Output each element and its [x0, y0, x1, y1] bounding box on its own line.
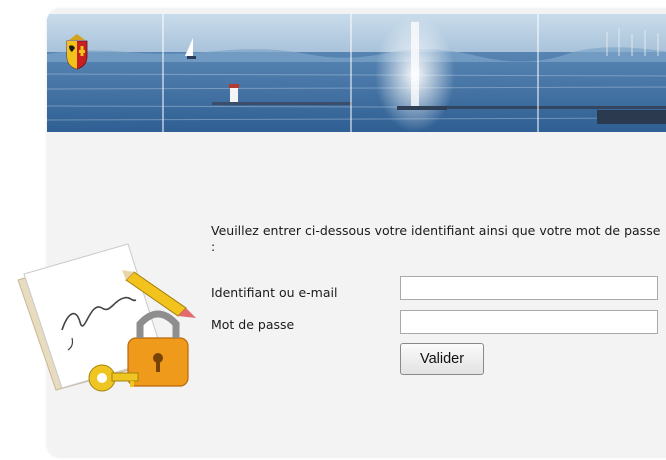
login-form: Veuillez entrer ci-dessous votre identif…	[211, 223, 666, 375]
login-intro-text: Veuillez entrer ci-dessous votre identif…	[211, 223, 661, 254]
header-banner	[47, 14, 666, 132]
signature-lock-key-icon	[10, 238, 210, 418]
identifier-label: Identifiant ou e-mail	[211, 285, 338, 300]
identifier-input[interactable]	[400, 276, 658, 300]
password-input[interactable]	[400, 310, 658, 334]
password-label: Mot de passe	[211, 317, 295, 332]
page: Veuillez entrer ci-dessous votre identif…	[0, 0, 666, 460]
geneva-coat-of-arms-icon	[64, 32, 90, 70]
submit-button[interactable]: Valider	[400, 343, 484, 375]
